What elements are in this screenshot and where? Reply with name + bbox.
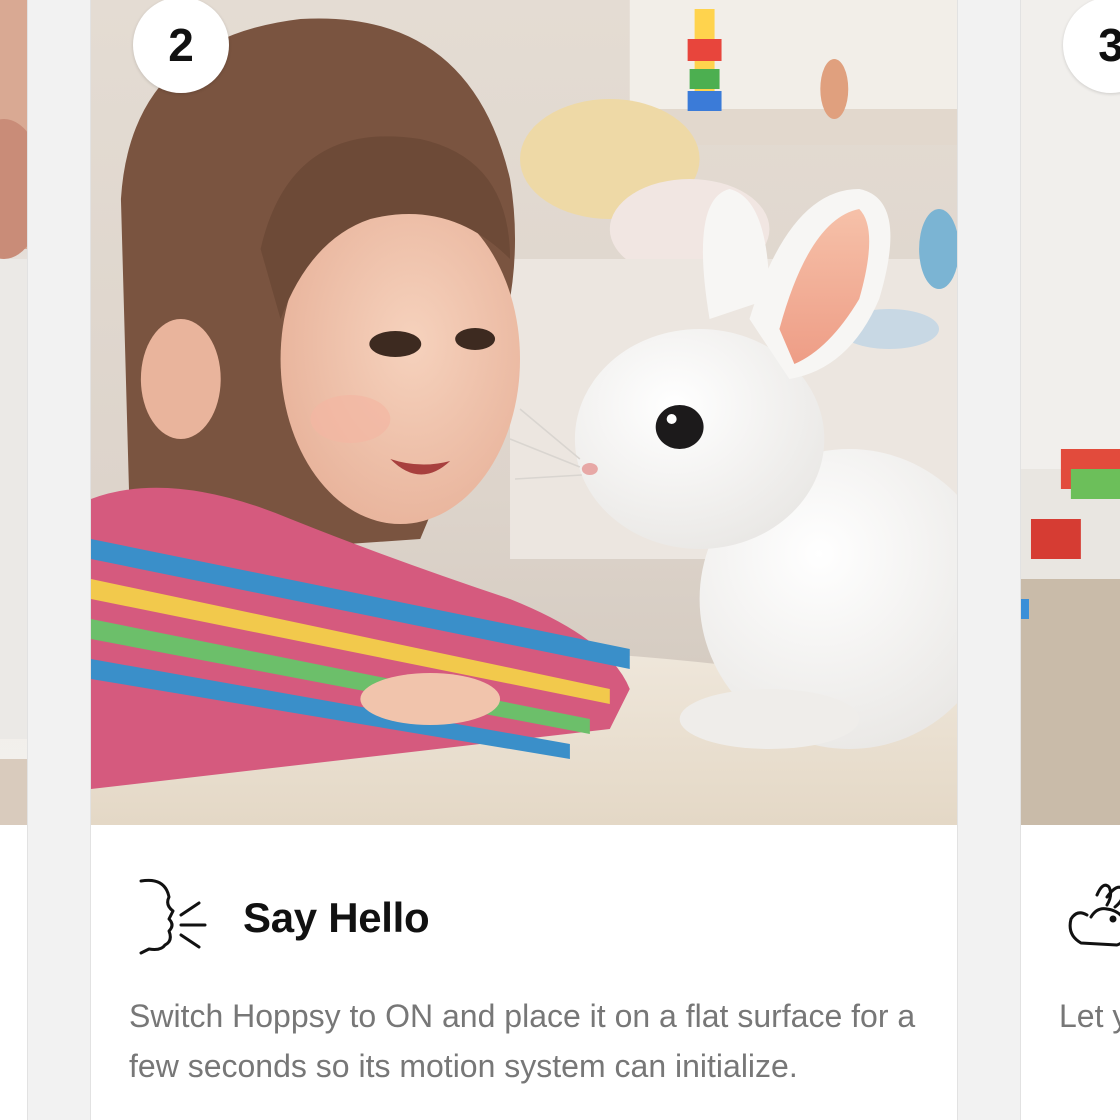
card-description: Let y… swit… reac… (1059, 998, 1120, 1034)
step-2-photo (91, 0, 957, 825)
step-1-photo (0, 0, 27, 825)
bunny-icon (1068, 883, 1120, 947)
card-title-row (1057, 873, 1120, 963)
step-3-photo (1021, 0, 1120, 825)
card-title: Say Hello (243, 894, 430, 941)
step-card-3[interactable]: 3 Let y… swit… reac… (1020, 0, 1120, 1120)
speaking-head-icon (139, 878, 207, 955)
card-title-row: Say Hello (135, 873, 430, 963)
steps-carousel: 2 Say Hello Switch Hoppsy to ON and plac… (0, 0, 1120, 1120)
step-card-1[interactable] (0, 0, 28, 1120)
step-card-2[interactable]: 2 Say Hello Switch Hoppsy to ON and plac… (90, 0, 958, 1120)
step-number-badge: 2 (133, 0, 229, 93)
card-description: Switch Hoppsy to ON and place it on a fl… (129, 998, 916, 1084)
